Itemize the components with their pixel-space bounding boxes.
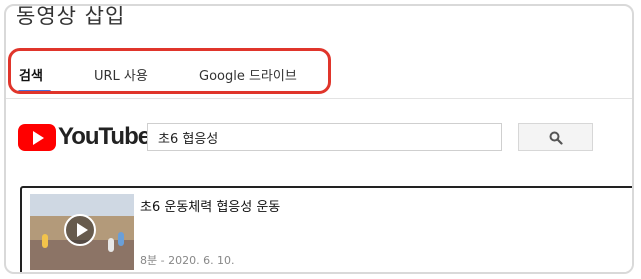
video-result-item[interactable]: 초6 운동체력 협응성 운동 8분 - 2020. 6. 10. (20, 186, 632, 272)
video-thumbnail[interactable] (30, 194, 134, 270)
youtube-logo: YouTube (18, 122, 151, 152)
play-icon[interactable] (64, 214, 96, 246)
video-title[interactable]: 초6 운동체력 협응성 운동 (140, 196, 280, 215)
tab-url[interactable]: URL 사용 (94, 65, 148, 84)
active-tab-indicator (18, 90, 51, 93)
search-input[interactable] (147, 123, 502, 151)
tab-search[interactable]: 검색 (19, 65, 43, 84)
search-button[interactable] (518, 123, 593, 151)
dialog-title: 동영상 삽입 (16, 4, 126, 28)
insert-video-dialog: 동영상 삽입 검색 URL 사용 Google 드라이브 YouTube 초6 … (4, 4, 634, 274)
youtube-wordmark: YouTube (58, 123, 151, 150)
video-meta: 8분 - 2020. 6. 10. (140, 254, 235, 267)
tab-google-drive[interactable]: Google 드라이브 (199, 65, 297, 84)
search-icon (549, 131, 563, 145)
youtube-play-icon (18, 123, 56, 151)
